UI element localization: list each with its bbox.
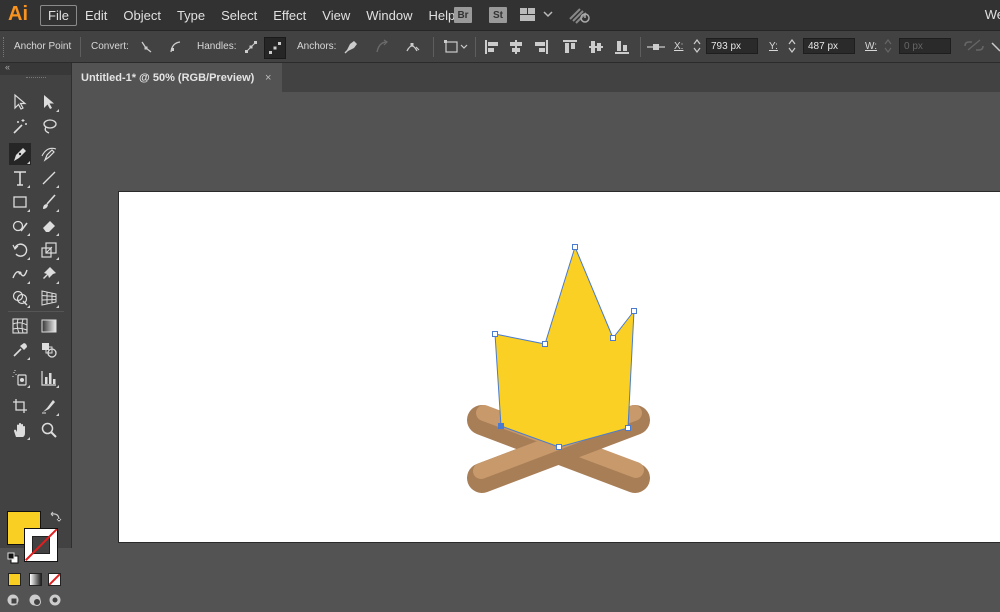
divider: [433, 37, 434, 57]
pen-tool-icon[interactable]: [9, 143, 31, 165]
reference-point-icon[interactable]: [646, 37, 666, 57]
align-left-icon[interactable]: [482, 37, 502, 57]
more-options-icon[interactable]: [990, 40, 1000, 58]
lasso-tool-icon[interactable]: [38, 115, 60, 137]
paintbrush-tool-icon[interactable]: [38, 191, 60, 213]
eraser-tool-icon[interactable]: [38, 215, 60, 237]
width-field[interactable]: 0 px: [899, 38, 951, 54]
main-menu: File Edit Object Type Select Effect View…: [40, 0, 463, 30]
document-tab[interactable]: Untitled-1* @ 50% (RGB/Preview) ×: [72, 63, 282, 92]
hand-tool-icon[interactable]: [9, 419, 31, 441]
transform-reference-icon[interactable]: [443, 37, 471, 57]
workspace-switcher[interactable]: We: [985, 7, 1000, 22]
show-handles-icon[interactable]: [241, 37, 261, 57]
scale-tool-icon[interactable]: [38, 239, 60, 261]
x-stepper-icon[interactable]: [692, 38, 702, 59]
stroke-color-swatch[interactable]: [24, 528, 58, 562]
color-mode-icon[interactable]: [8, 573, 21, 586]
eyedropper-tool-icon[interactable]: [9, 339, 31, 361]
hide-handles-icon[interactable]: [264, 37, 286, 59]
default-fill-stroke-icon[interactable]: [7, 551, 19, 569]
curvature-tool-icon[interactable]: [38, 143, 60, 165]
shape-builder-tool-icon[interactable]: [9, 287, 31, 309]
tools-panel: «: [0, 62, 72, 606]
bridge-button[interactable]: Br: [454, 7, 472, 23]
perspective-grid-tool-icon[interactable]: [38, 287, 60, 309]
blend-tool-icon[interactable]: [38, 339, 60, 361]
illustrator-logo: Ai: [8, 3, 28, 25]
stock-button[interactable]: St: [489, 7, 507, 23]
none-mode-icon[interactable]: [48, 573, 61, 586]
x-label: X:: [674, 41, 684, 52]
column-graph-tool-icon[interactable]: [38, 367, 60, 389]
line-segment-tool-icon[interactable]: [38, 167, 60, 189]
divider: [475, 37, 476, 57]
direct-selection-tool-icon[interactable]: [38, 91, 60, 113]
gradient-tool-icon[interactable]: [38, 315, 60, 337]
type-tool-icon[interactable]: [9, 167, 31, 189]
w-label: W:: [865, 41, 878, 52]
y-stepper-icon[interactable]: [787, 38, 797, 59]
shaper-tool-icon[interactable]: [9, 215, 31, 237]
connect-anchors-icon[interactable]: [372, 37, 392, 57]
menu-object[interactable]: Object: [115, 5, 169, 26]
symbol-sprayer-tool-icon[interactable]: [9, 367, 31, 389]
slice-tool-icon[interactable]: [38, 395, 60, 417]
menu-select[interactable]: Select: [213, 5, 265, 26]
align-top-icon[interactable]: [560, 37, 580, 57]
menu-file[interactable]: File: [40, 4, 77, 26]
rectangle-tool-icon[interactable]: [9, 191, 31, 213]
puppet-warp-tool-icon[interactable]: [38, 263, 60, 285]
artboard-tool-icon[interactable]: [9, 395, 31, 417]
menu-window[interactable]: Window: [358, 5, 420, 26]
document-tab-bar: Untitled-1* @ 50% (RGB/Preview) ×: [72, 63, 1000, 92]
y-label: Y:: [769, 41, 778, 52]
width-tool-icon[interactable]: [9, 263, 31, 285]
menu-edit[interactable]: Edit: [77, 5, 115, 26]
constrain-proportions-icon[interactable]: [962, 38, 986, 59]
rotate-tool-icon[interactable]: [9, 239, 31, 261]
anchors-label: Anchors:: [297, 41, 337, 52]
align-right-icon[interactable]: [531, 37, 551, 57]
document-tab-title: Untitled-1* @ 50% (RGB/Preview): [81, 71, 255, 84]
convert-label: Convert:: [91, 41, 129, 52]
cut-path-icon[interactable]: [402, 37, 422, 57]
w-stepper-icon[interactable]: [883, 38, 893, 59]
align-horizontal-center-icon[interactable]: [506, 37, 526, 57]
magic-wand-tool-icon[interactable]: [9, 115, 31, 137]
flame-shape[interactable]: [495, 247, 634, 447]
align-vertical-center-icon[interactable]: [586, 37, 606, 57]
y-position-field[interactable]: 487 px: [803, 38, 855, 54]
current-tool-label: Anchor Point: [14, 41, 72, 52]
selection-tool-icon[interactable]: [9, 91, 31, 113]
menu-effect[interactable]: Effect: [265, 5, 314, 26]
convert-to-corner-icon[interactable]: [136, 37, 156, 57]
remove-anchor-icon[interactable]: [341, 37, 361, 57]
mesh-tool-icon[interactable]: [9, 315, 31, 337]
handles-label: Handles:: [197, 41, 237, 52]
menu-view[interactable]: View: [314, 5, 358, 26]
zoom-tool-icon[interactable]: [38, 419, 60, 441]
draw-behind-icon[interactable]: [28, 593, 42, 612]
tools-panel-header[interactable]: «: [0, 62, 71, 75]
arrange-documents-icon[interactable]: [520, 8, 554, 27]
divider: [80, 37, 81, 57]
collapse-icon[interactable]: «: [5, 62, 10, 72]
campfire-artwork[interactable]: [118, 191, 1000, 553]
menu-type[interactable]: Type: [169, 5, 213, 26]
tools-panel-grip[interactable]: [26, 77, 46, 80]
x-position-field[interactable]: 793 px: [706, 38, 758, 54]
convert-to-smooth-icon[interactable]: [165, 37, 185, 57]
gpu-performance-icon[interactable]: [568, 5, 592, 30]
menu-bar: Ai File Edit Object Type Select Effect V…: [0, 0, 1000, 31]
gradient-mode-icon[interactable]: [29, 573, 42, 586]
divider: [640, 37, 641, 57]
control-bar-grip[interactable]: [3, 37, 7, 57]
draw-inside-icon[interactable]: [48, 593, 62, 612]
align-bottom-icon[interactable]: [612, 37, 632, 57]
draw-normal-icon[interactable]: [6, 593, 20, 612]
divider: [8, 311, 64, 312]
close-tab-icon[interactable]: ×: [265, 72, 271, 84]
swap-fill-stroke-icon[interactable]: [50, 510, 62, 528]
